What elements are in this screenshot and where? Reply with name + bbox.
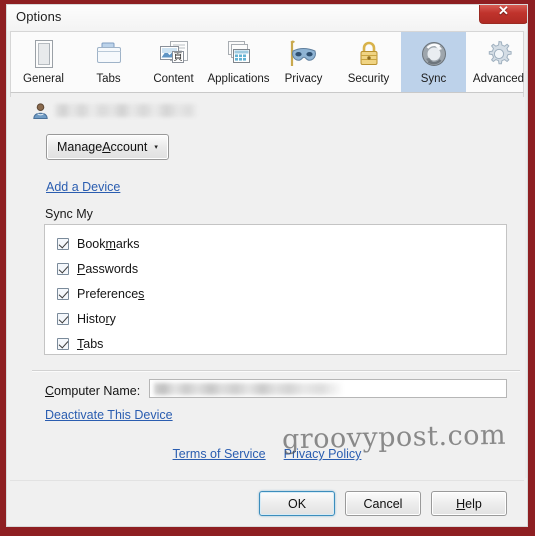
chevron-down-icon: ▾ (154, 143, 158, 151)
deactivate-this-device-link[interactable]: Deactivate This Device (45, 408, 173, 422)
checkbox-passwords[interactable] (57, 263, 69, 275)
options-tabstrip: General Tabs 頁 Content Applications Priv… (10, 31, 524, 93)
checkbox-row-preferences[interactable]: Preferences (57, 287, 144, 301)
sync-arrows-icon (419, 37, 449, 70)
checkbox-row-passwords[interactable]: Passwords (57, 262, 138, 276)
tab-label-sync: Sync (420, 73, 447, 85)
add-a-device-link[interactable]: Add a Device (46, 180, 120, 194)
tab-label-applications: Applications (207, 73, 270, 85)
user-avatar-icon (32, 102, 49, 119)
tab-security[interactable]: Security (336, 32, 401, 92)
checkbox-label-history: History (77, 312, 116, 326)
close-icon: ✕ (498, 4, 509, 18)
tab-applications[interactable]: Applications (206, 32, 271, 92)
close-button[interactable]: ✕ (479, 4, 527, 24)
checkbox-label-passwords: Passwords (77, 262, 139, 276)
window-title: Options (16, 9, 62, 24)
sync-my-group-label: Sync My (45, 207, 93, 221)
tab-label-tabs: Tabs (96, 73, 121, 85)
privacy-policy-link[interactable]: Privacy Policy (284, 447, 362, 461)
tab-label-content: Content (153, 73, 194, 85)
checkbox-bookmarks[interactable] (57, 238, 69, 250)
accel-computer-name: C (45, 384, 55, 398)
tab-advanced[interactable]: Advanced (466, 32, 527, 92)
help-button[interactable]: Help (431, 491, 507, 516)
accel-help: H (456, 496, 466, 511)
account-username-redacted (55, 104, 198, 117)
options-window: Options ✕ General Tabs 頁 Content Applica… (0, 0, 535, 536)
terms-of-service-link[interactable]: Terms of Service (173, 447, 266, 461)
checkbox-history[interactable] (57, 313, 69, 325)
applications-icon (224, 37, 254, 70)
tab-label-general: General (23, 73, 64, 85)
checkbox-tabs[interactable] (57, 338, 69, 350)
pane-right-edge (525, 71, 527, 478)
accel-bookmarks: m (105, 237, 116, 251)
manage-account-label-before: Manage (57, 140, 103, 154)
checkbox-row-history[interactable]: History (57, 312, 116, 326)
tab-general[interactable]: General (11, 32, 76, 92)
svg-text:頁: 頁 (173, 52, 182, 63)
ok-button[interactable]: OK (259, 491, 335, 516)
checkbox-row-tabs[interactable]: Tabs (57, 337, 103, 351)
advanced-gear-icon (484, 37, 514, 70)
computer-name-value-redacted (154, 383, 344, 395)
manage-account-button[interactable]: Manage Account ▾ (46, 134, 169, 160)
tabstrip-underline (10, 93, 524, 97)
tab-content[interactable]: 頁 Content (141, 32, 206, 92)
account-row (32, 102, 198, 119)
cancel-button[interactable]: Cancel (345, 491, 421, 516)
checkbox-label-preferences: Preferences (77, 287, 145, 301)
folder-tabs-icon (94, 37, 124, 70)
computer-name-input[interactable] (149, 379, 507, 398)
tab-tabs[interactable]: Tabs (76, 32, 141, 92)
titlebar: Options ✕ (7, 5, 527, 31)
general-page-icon (33, 37, 55, 70)
manage-account-accelerator: A (102, 140, 111, 154)
privacy-mask-icon (287, 37, 321, 70)
checkbox-label-bookmarks: Bookmarks (77, 237, 140, 251)
window-client-area: Options ✕ General Tabs 頁 Content Applica… (6, 4, 528, 527)
legal-links-row: Terms of Service Privacy Policy (10, 447, 524, 461)
tab-label-security: Security (347, 73, 390, 85)
tab-label-privacy: Privacy (284, 73, 323, 85)
computer-name-label: Computer Name: (45, 384, 141, 398)
security-lock-icon (356, 37, 382, 70)
manage-account-label-after: ccount (110, 140, 148, 154)
checkbox-row-bookmarks[interactable]: Bookmarks (57, 237, 140, 251)
tab-label-advanced: Advanced (472, 73, 525, 85)
tab-privacy[interactable]: Privacy (271, 32, 336, 92)
checkbox-label-tabs: Tabs (77, 337, 104, 351)
horizontal-separator (32, 370, 520, 372)
sync-my-group-box: Bookmarks Passwords Preferences History (44, 224, 507, 355)
dialog-button-bar: OK Cancel Help (10, 480, 524, 526)
checkbox-preferences[interactable] (57, 288, 69, 300)
accel-preferences: s (138, 287, 145, 301)
content-page-icon: 頁 (158, 37, 190, 70)
tab-sync[interactable]: Sync (401, 32, 466, 92)
